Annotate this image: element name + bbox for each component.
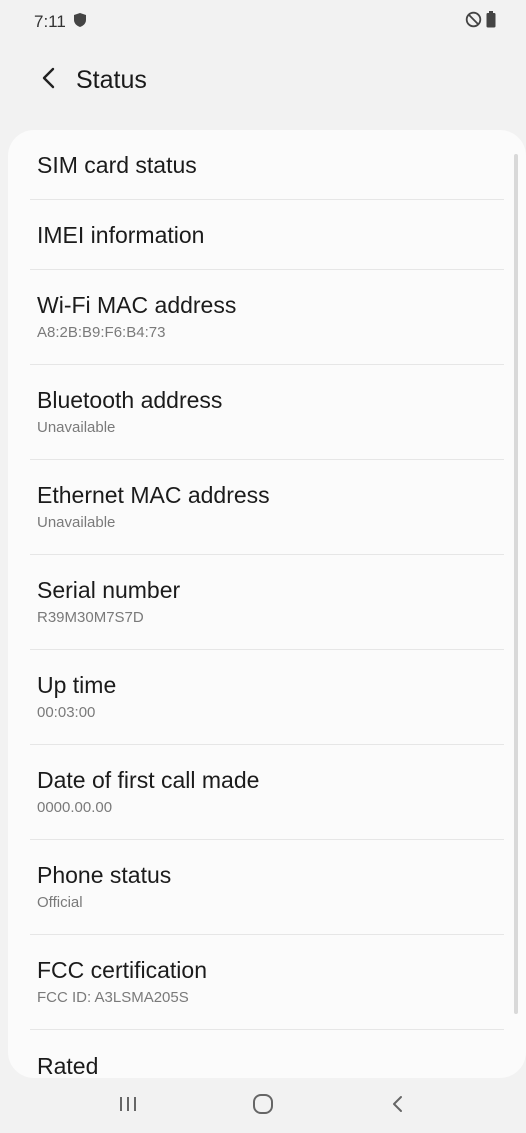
list-item-wifi-mac-address[interactable]: Wi-Fi MAC address A8:2B:B9:F6:B4:73 — [30, 270, 504, 365]
list-item-title: Wi-Fi MAC address — [37, 292, 237, 318]
back-button[interactable] — [32, 63, 66, 97]
battery-icon — [486, 11, 496, 33]
status-bar-right — [465, 11, 496, 33]
list-item-bluetooth-address[interactable]: Bluetooth address Unavailable — [30, 365, 504, 460]
list-item-subtitle: Unavailable — [37, 419, 116, 436]
list-item-title: Up time — [37, 672, 117, 698]
recent-apps-icon — [117, 1095, 139, 1118]
list-item-title: Rated — [37, 1053, 99, 1078]
list-item-title: SIM card status — [37, 151, 197, 178]
shield-icon — [73, 12, 86, 32]
nav-back-button[interactable] — [368, 1085, 428, 1129]
list-item-imei-information[interactable]: IMEI information — [30, 200, 504, 270]
chevron-left-icon — [41, 66, 57, 95]
list-item-up-time[interactable]: Up time 00:03:00 — [30, 650, 504, 745]
list-item-subtitle: R39M30M7S7D — [37, 609, 144, 626]
list-item-subtitle: Official — [37, 894, 83, 911]
status-bar-left: 7:11 — [34, 12, 86, 32]
status-list: SIM card status IMEI information Wi-Fi M… — [8, 130, 526, 1078]
home-button[interactable] — [233, 1085, 293, 1129]
app-bar: Status — [0, 52, 526, 108]
list-item-subtitle: A8:2B:B9:F6:B4:73 — [37, 324, 166, 341]
recent-apps-button[interactable] — [98, 1085, 158, 1129]
list-item-title: Bluetooth address — [37, 387, 223, 413]
clock: 7:11 — [34, 12, 66, 31]
list-item-rated[interactable]: Rated — [30, 1030, 504, 1078]
list-item-title: Phone status — [37, 862, 172, 888]
list-item-date-of-first-call[interactable]: Date of first call made 0000.00.00 — [30, 745, 504, 840]
list-item-fcc-certification[interactable]: FCC certification FCC ID: A3LSMA205S — [30, 935, 504, 1030]
status-list-card: SIM card status IMEI information Wi-Fi M… — [8, 130, 526, 1078]
do-not-disturb-icon — [465, 11, 482, 33]
list-item-phone-status[interactable]: Phone status Official — [30, 840, 504, 935]
navigation-bar — [0, 1080, 526, 1133]
scrollbar[interactable] — [514, 154, 518, 1014]
list-item-sim-card-status[interactable]: SIM card status — [30, 130, 504, 200]
list-item-title: FCC certification — [37, 957, 207, 983]
list-item-title: IMEI information — [37, 221, 205, 248]
list-item-subtitle: FCC ID: A3LSMA205S — [37, 989, 189, 1006]
page-title: Status — [76, 65, 147, 94]
list-item-title: Ethernet MAC address — [37, 482, 270, 508]
list-item-title: Serial number — [37, 577, 181, 603]
list-item-subtitle: 00:03:00 — [37, 704, 96, 721]
list-item-subtitle: Unavailable — [37, 514, 116, 531]
list-item-serial-number[interactable]: Serial number R39M30M7S7D — [30, 555, 504, 650]
status-bar: 7:11 — [0, 0, 526, 44]
home-icon — [252, 1093, 274, 1120]
list-item-subtitle: 0000.00.00 — [37, 799, 113, 816]
list-item-ethernet-mac-address[interactable]: Ethernet MAC address Unavailable — [30, 460, 504, 555]
list-item-title: Date of first call made — [37, 767, 260, 793]
back-icon — [391, 1094, 405, 1119]
